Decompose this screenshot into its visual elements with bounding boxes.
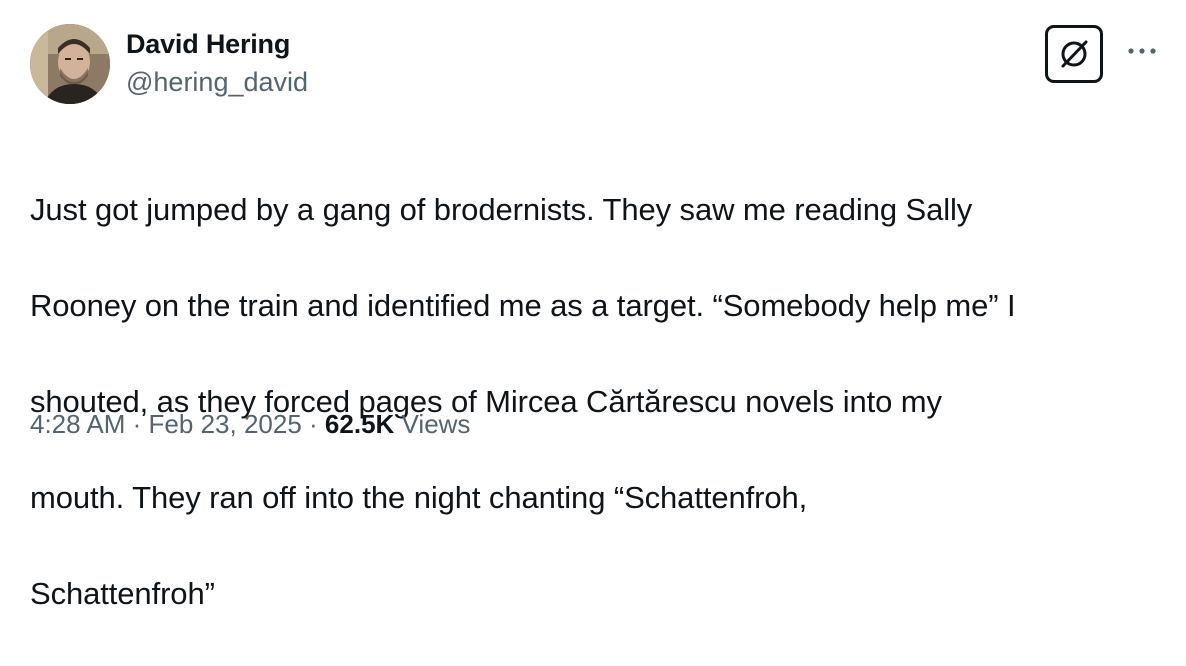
tweet-text-line: Rooney on the train and identified me as… [30,288,1016,323]
tweet-metadata: 4:28 AM · Feb 23, 2025 · 62.5K Views [30,404,470,444]
tweet-card: David Hering @hering_david Just got jump… [0,0,1186,611]
tweet-time[interactable]: 4:28 AM [30,409,125,439]
avatar[interactable] [30,24,110,104]
more-dots-icon [1128,48,1156,54]
author-handle[interactable]: @hering_david [126,64,308,100]
tweet-text-line: mouth. They ran off into the night chant… [30,480,808,515]
tweet-text-line: Schattenfroh” [30,576,215,611]
author-block: David Hering @hering_david [126,27,308,100]
tweet-text: Just got jumped by a gang of brodernists… [30,138,1170,666]
meta-separator: · [132,409,142,439]
meta-separator: · [309,409,318,439]
more-options-button[interactable] [1124,36,1160,66]
views-count[interactable]: 62.5K [325,409,394,439]
author-display-name[interactable]: David Hering [126,27,308,61]
grok-button[interactable] [1045,25,1103,83]
tweet-text-line: Just got jumped by a gang of brodernists… [30,192,973,227]
avatar-photo [30,24,110,104]
views-label[interactable]: Views [402,409,471,439]
tweet-date[interactable]: Feb 23, 2025 [149,409,302,439]
grok-icon [1061,40,1088,68]
